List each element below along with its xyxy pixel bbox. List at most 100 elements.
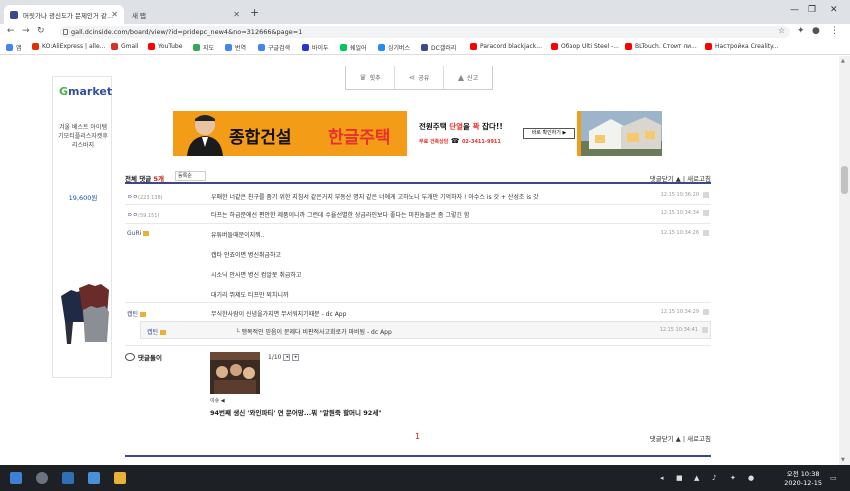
report-button[interactable]: ▲ 신고 bbox=[444, 66, 492, 89]
siren-icon: ▲ bbox=[457, 73, 465, 82]
bookmarks-bar: 앱 KO:AliExpress | alle... Gmail YouTube … bbox=[0, 40, 850, 55]
delete-comment-icon[interactable] bbox=[703, 210, 709, 216]
dory-thumbnail[interactable] bbox=[210, 352, 260, 394]
taskbar-app-icon[interactable] bbox=[62, 472, 74, 484]
notification-icon[interactable]: ▭ bbox=[830, 474, 837, 482]
volume-icon[interactable]: ♪ bbox=[712, 474, 716, 482]
banner-phone: 무료 건축상담 ☎ 02-3411-9911 bbox=[419, 137, 501, 145]
url-field[interactable]: gall.dcinside.com/board/view/?id=pridepc… bbox=[60, 26, 790, 38]
lock-icon bbox=[63, 29, 68, 35]
divider bbox=[125, 204, 711, 205]
reload-icon[interactable]: ↻ bbox=[37, 26, 45, 36]
bookmark-baidu[interactable]: 바이두 bbox=[302, 43, 329, 52]
page-content: ♛ 힛추 ⋖ 공유 ▲ 신고 Gmarket 겨울 베스트 아이템기모티플리스자켓후리… bbox=[0, 56, 839, 465]
dory-pager: 1/10 ◂ ▸ bbox=[268, 354, 300, 361]
tray-icon[interactable]: ✦ bbox=[730, 474, 736, 482]
delete-comment-icon[interactable] bbox=[703, 230, 709, 236]
bookmark-google-search[interactable]: 구글검색 bbox=[258, 43, 290, 52]
ad-person-image bbox=[187, 115, 223, 156]
back-icon[interactable]: ← bbox=[7, 26, 15, 36]
comment-text: 우매한 너같은 친구를 줌기 위한 지침서 같은거지 부동산 명지 같은 너에게… bbox=[211, 194, 539, 201]
menu-icon[interactable]: ⋮ bbox=[830, 26, 839, 36]
forward-icon[interactable]: → bbox=[22, 26, 30, 36]
comment-row: GuRi 유튜버들때문이지뭐.. 캡타 안죠이면 병신취급하고 시소닉 안사면 … bbox=[125, 230, 711, 300]
taskbar-clock[interactable]: 오전 10:38 2020-12-15 bbox=[784, 470, 822, 488]
tab-title: 새 탭 bbox=[132, 11, 147, 20]
start-icon[interactable] bbox=[10, 472, 22, 484]
delete-comment-icon[interactable] bbox=[703, 192, 709, 198]
bookmark-thingiverse[interactable]: 싱기버스 bbox=[378, 43, 410, 52]
bookmark-translate[interactable]: 번역 bbox=[225, 43, 246, 52]
banner-cta-button[interactable]: 바로 확인하기 ▶ bbox=[523, 128, 575, 139]
share-button[interactable]: ⋖ 공유 bbox=[395, 66, 444, 89]
sort-select[interactable]: 등록순 bbox=[175, 171, 206, 181]
tab-active[interactable]: 머릿가나 광신도가 문제인거 같... ✕ bbox=[4, 5, 124, 24]
bookmark-apps[interactable]: 앱 bbox=[6, 43, 22, 52]
bookmark-bltouch[interactable]: BLTouch. Стоит ли... bbox=[625, 43, 697, 50]
bookmark-youtube[interactable]: YouTube bbox=[148, 43, 182, 50]
taskbar-app-icon[interactable] bbox=[36, 472, 48, 484]
bookmark-aliexpress[interactable]: KO:AliExpress | alle... bbox=[32, 43, 105, 50]
reply-author[interactable]: 캡틴 bbox=[147, 327, 167, 336]
minimize-icon[interactable]: — bbox=[790, 5, 799, 15]
comment-date: 12.15 10:34:34 bbox=[660, 210, 699, 216]
tray-icon[interactable]: ■ bbox=[676, 474, 683, 482]
member-icon bbox=[143, 231, 150, 236]
dcinside-favicon-icon bbox=[10, 10, 18, 19]
comment-count: 전체 댓글 5개 bbox=[125, 175, 164, 183]
comment-date: 12.15 10:34:26 bbox=[660, 230, 699, 236]
close-tab-icon[interactable]: ✕ bbox=[233, 10, 240, 19]
scrollbar[interactable]: ▲ ▼ bbox=[839, 56, 850, 465]
bookmark-maps[interactable]: 지도 bbox=[193, 43, 214, 52]
tray-chevron-icon[interactable]: ◂ bbox=[660, 474, 664, 482]
dory-prev-button[interactable]: ◂ bbox=[283, 354, 291, 361]
delete-comment-icon[interactable] bbox=[703, 309, 709, 315]
ad-price: 19,600원 bbox=[68, 194, 98, 202]
scrollbar-thumb[interactable] bbox=[841, 166, 848, 194]
share-bar: ♛ 힛추 ⋖ 공유 ▲ 신고 bbox=[345, 66, 493, 90]
comment-author[interactable]: ㅇㅇ(59.151) bbox=[127, 210, 159, 219]
profile-icon[interactable]: ● bbox=[812, 26, 820, 36]
bookmark-creality[interactable]: Настройка Creality... bbox=[705, 43, 779, 50]
scroll-down-icon[interactable]: ▼ bbox=[841, 457, 845, 463]
recommend-button[interactable]: ♛ 힛추 bbox=[346, 66, 395, 89]
taskbar-app-icon[interactable] bbox=[88, 472, 100, 484]
bookmark-dcgallery[interactable]: DC갤러리 bbox=[421, 43, 456, 52]
ad-description: 겨울 베스트 아이템기모티플리스자켓후리스바지 bbox=[58, 124, 108, 149]
banner-title-brand: 한글주택 bbox=[328, 128, 391, 148]
comment-author[interactable]: 캡틴 bbox=[127, 309, 147, 318]
dory-next-button[interactable]: ▸ bbox=[292, 354, 300, 361]
comment-date: 12.15 10:36:20 bbox=[660, 192, 699, 198]
bookmark-gmail[interactable]: Gmail bbox=[111, 43, 139, 50]
close-comments-link[interactable]: 댓글닫기 ▲ bbox=[650, 175, 681, 183]
bookmark-ulti-steel[interactable]: Обзор Ulti Steel -... bbox=[551, 43, 619, 50]
tray-icon[interactable]: ● bbox=[748, 474, 754, 482]
bookmark-naver[interactable]: 쉐일어 bbox=[340, 43, 367, 52]
refresh-link[interactable]: 새로고침 bbox=[687, 435, 711, 443]
banner-ad[interactable]: 종합건설 한글주택 전원주택 단열을 꽉 잡다!! 무료 건축상담 ☎ 02-3… bbox=[173, 111, 662, 156]
extensions-icon[interactable]: ✦ bbox=[797, 26, 805, 36]
comment-author[interactable]: GuRi bbox=[127, 230, 150, 237]
reply-text: └ 맹목적인 믿음이 문제다 비판적사고회로가 마비됨 - dc App bbox=[236, 329, 392, 336]
close-tab-icon[interactable]: ✕ bbox=[111, 10, 118, 19]
file-explorer-icon[interactable] bbox=[114, 472, 126, 484]
network-icon[interactable]: ▲ bbox=[694, 474, 699, 482]
comment-author[interactable]: ㅇㅇ(223.138) bbox=[127, 192, 163, 201]
close-comments-link[interactable]: 댓글닫기 ▲ bbox=[650, 435, 681, 443]
maximize-icon[interactable]: ❐ bbox=[808, 5, 816, 15]
bookmark-paracord[interactable]: Paracord blackjack... bbox=[470, 43, 542, 50]
side-ad-gmarket[interactable]: Gmarket 겨울 베스트 아이템기모티플리스자켓후리스바지 19,600원 bbox=[52, 76, 112, 378]
tab-bar: 머릿가나 광신도가 문제인거 같... ✕ 새 탭 ✕ + — ❐ ✕ bbox=[0, 0, 850, 24]
reply-date: 12.15 10:34:41 bbox=[659, 327, 698, 333]
tab-new[interactable]: 새 탭 ✕ bbox=[126, 5, 246, 24]
crown-icon: ♛ bbox=[359, 73, 367, 82]
dory-caption[interactable]: 94번째 생신 '와인파티' 연 문어망...뭐 "알뭔죽 할머니 92세" bbox=[210, 407, 382, 417]
bookmark-star-icon[interactable]: ☆ bbox=[778, 26, 785, 35]
page-number[interactable]: 1 bbox=[415, 432, 420, 441]
new-tab-button[interactable]: + bbox=[250, 6, 259, 19]
scroll-up-icon[interactable]: ▲ bbox=[841, 58, 845, 64]
refresh-link[interactable]: 새로고침 bbox=[687, 175, 711, 183]
delete-reply-icon[interactable] bbox=[702, 327, 708, 333]
comment-text-line: 유튜버들때문이지뭐.. bbox=[211, 232, 265, 239]
window-close-icon[interactable]: ✕ bbox=[830, 5, 838, 15]
